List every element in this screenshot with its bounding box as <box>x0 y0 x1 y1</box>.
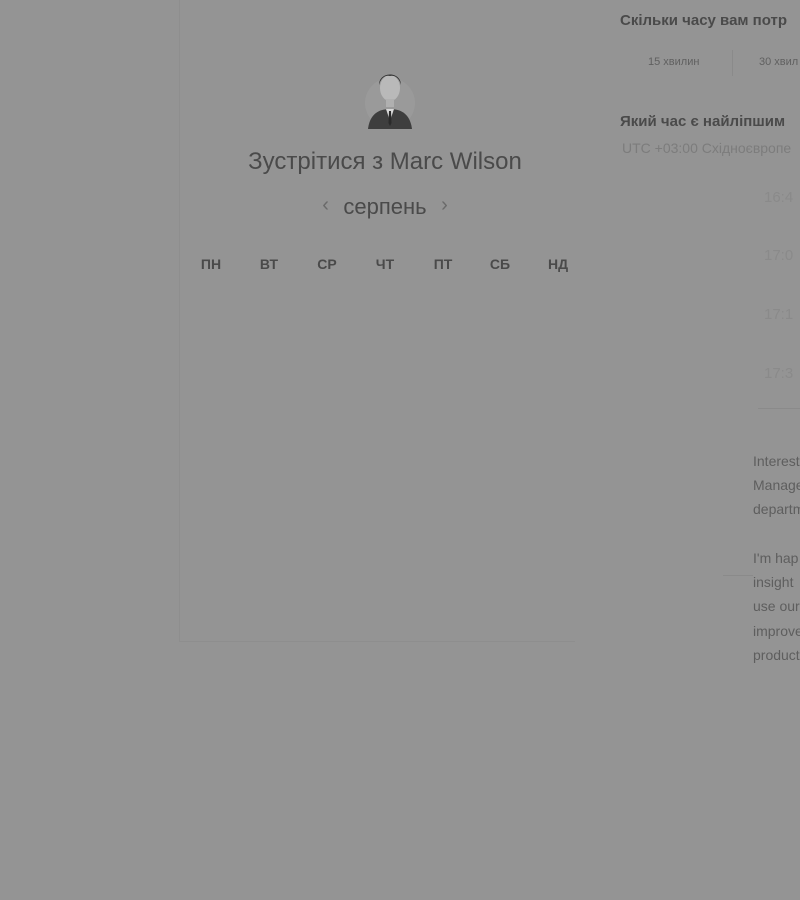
bio-line: improve <box>753 623 800 639</box>
weekday-fri: ПТ <box>433 256 453 272</box>
booking-page: Зустрітися з Marc Wilson ‹ серпень › ПН … <box>0 0 800 900</box>
duration-option-15[interactable]: 15 хвилин <box>648 56 699 68</box>
month-label: серпень <box>343 194 427 219</box>
weekday-thu: ЧТ <box>375 256 395 272</box>
duration-question: Скільки часу вам потр <box>620 12 788 29</box>
booking-options-panel: Скільки часу вам потр 15 хвилин 30 хвил … <box>620 0 800 900</box>
weekday-sun: НД <box>547 256 569 272</box>
section-divider <box>758 408 800 409</box>
time-question: Який час є найліпшим <box>620 113 786 130</box>
timezone-selector[interactable]: UTC +03:00 Східноєвропе <box>622 140 791 156</box>
bio-line: use our <box>753 598 800 614</box>
weekday-mon: ПН <box>200 256 222 272</box>
bio-line: insight <box>753 574 794 590</box>
duration-divider <box>732 50 733 76</box>
bio-line: I'm hap <box>753 550 799 566</box>
weekday-wed: СР <box>317 256 337 272</box>
chevron-left-icon[interactable]: ‹ <box>312 194 339 217</box>
time-slot[interactable]: 17:0 <box>764 247 793 264</box>
time-slot[interactable]: 17:3 <box>764 365 793 382</box>
bio-line: Manage <box>753 477 800 493</box>
chevron-right-icon[interactable]: › <box>431 194 458 217</box>
bio-line: product <box>753 647 800 663</box>
month-navigation: ‹ серпень › <box>180 194 590 220</box>
bio-divider <box>723 575 753 576</box>
time-slot[interactable]: 16:4 <box>764 189 793 206</box>
duration-option-30[interactable]: 30 хвил <box>759 56 798 68</box>
weekday-tue: ВТ <box>259 256 279 272</box>
time-slot[interactable]: 17:1 <box>764 306 793 323</box>
page-title: Зустрітися з Marc Wilson <box>248 148 522 175</box>
person-portrait-icon <box>365 74 415 129</box>
weekday-header: ПН ВТ СР ЧТ ПТ СБ НД <box>180 256 590 276</box>
weekday-sat: СБ <box>489 256 511 272</box>
bio-line: Interest <box>753 453 800 469</box>
calendar-card: Зустрітися з Marc Wilson ‹ серпень › ПН … <box>179 0 575 642</box>
bio-line: departm <box>753 501 800 517</box>
